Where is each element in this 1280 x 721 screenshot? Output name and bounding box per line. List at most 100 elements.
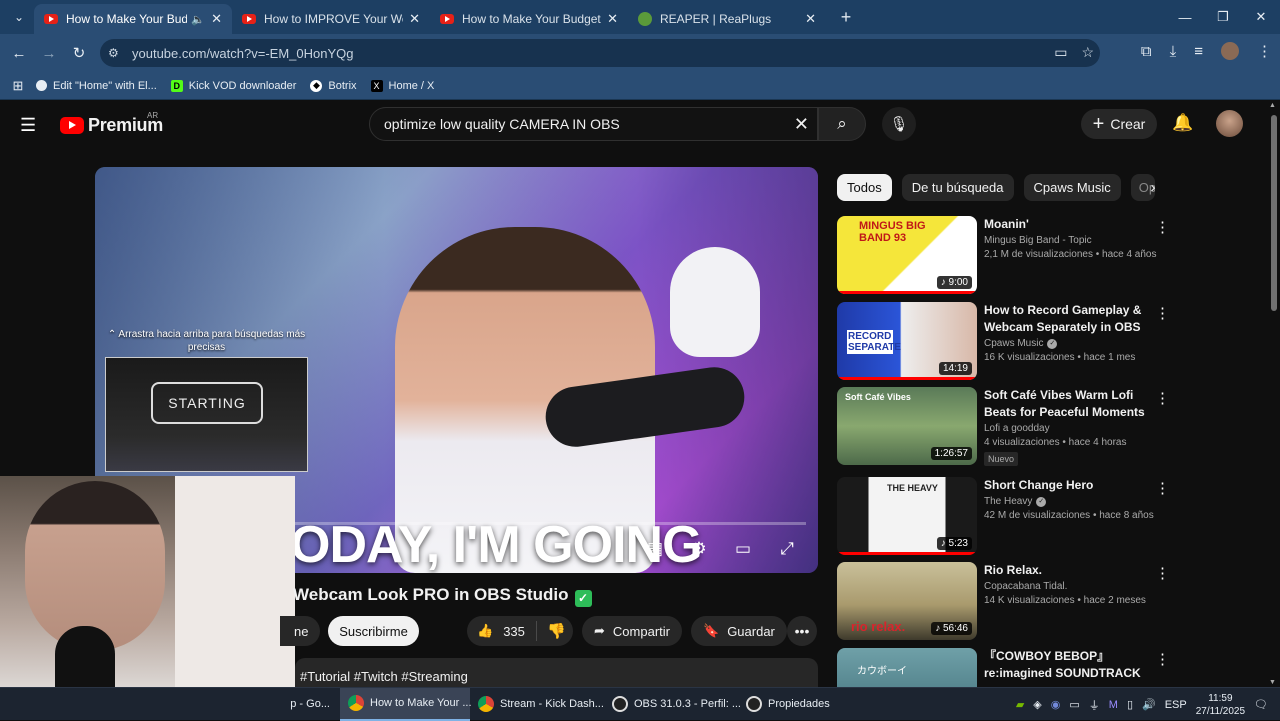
- recommendation-item[interactable]: MINGUS BIG BAND 93 ♪ 9:00 Moanin' Mingus…: [837, 216, 1170, 294]
- video-thumbnail[interactable]: THE HEAVY ♪ 5:23: [837, 477, 977, 555]
- tab-0[interactable]: How to Make Your Budget 🔈 ✕: [34, 4, 232, 34]
- profile-avatar[interactable]: [1221, 42, 1239, 60]
- chip-cpaws-music[interactable]: Cpaws Music: [1023, 174, 1121, 201]
- shield-icon[interactable]: ◈: [1033, 698, 1041, 711]
- account-avatar[interactable]: [1216, 110, 1243, 137]
- fullscreen-icon[interactable]: ⤢: [776, 539, 798, 559]
- voice-search-button[interactable]: 🎙: [882, 107, 916, 141]
- more-actions-button[interactable]: •••: [787, 616, 817, 646]
- taskbar-item[interactable]: Stream - Kick Dash...: [470, 688, 604, 721]
- bookmark-item[interactable]: Edit "Home" with El...: [36, 80, 157, 92]
- speaker-icon[interactable]: 🔈: [191, 13, 205, 26]
- join-button[interactable]: ne: [280, 616, 320, 646]
- save-button[interactable]: 🔖 Guardar: [691, 616, 787, 646]
- video-meta: 14 K visualizaciones • hace 2 meses: [984, 595, 1146, 606]
- extensions-icon[interactable]: ⧉: [1141, 43, 1152, 60]
- description-box[interactable]: #Tutorial #Twitch #Streaming: [295, 658, 818, 688]
- tab-2[interactable]: How to Make Your Budget Mic ✕: [430, 4, 628, 34]
- youtube-logo[interactable]: Premium AR: [60, 111, 163, 136]
- taskbar-item[interactable]: How to Make Your ...: [340, 687, 472, 721]
- notifications-icon[interactable]: 🗨: [1254, 698, 1268, 711]
- search-input[interactable]: optimize low quality CAMERA IN OBS ✕: [369, 107, 818, 141]
- recommendation-item[interactable]: Soft Café Vibes 1:26:57 Soft Café Vibes …: [837, 387, 1170, 466]
- nvidia-icon[interactable]: ▰: [1016, 698, 1024, 711]
- battery-icon[interactable]: ▯: [1127, 698, 1133, 711]
- create-button[interactable]: + Crear: [1081, 109, 1157, 139]
- video-thumbnail[interactable]: カウボーイ: [837, 648, 977, 687]
- recommendation-item[interactable]: rio relax. ♪ 56:46 Rio Relax. Copacabana…: [837, 562, 1170, 640]
- bookmark-item[interactable]: D Kick VOD downloader: [170, 79, 296, 92]
- cast-icon[interactable]: ▭: [1054, 44, 1067, 61]
- discord-icon[interactable]: ◉: [1051, 698, 1061, 711]
- forward-button[interactable]: →: [34, 45, 64, 62]
- scroll-up-icon[interactable]: ▲: [1269, 102, 1276, 109]
- usb-icon[interactable]: ⏚: [1089, 697, 1100, 713]
- maximize-button[interactable]: ❐: [1204, 0, 1242, 34]
- more-vert-icon[interactable]: ⋮: [1155, 389, 1170, 407]
- chevron-right-icon[interactable]: ›: [1140, 174, 1166, 201]
- tab-3[interactable]: REAPER | ReaPlugs ✕: [628, 4, 826, 34]
- language-indicator[interactable]: ESP: [1165, 699, 1187, 711]
- recommendation-item[interactable]: THE HEAVY ♪ 5:23 Short Change Hero The H…: [837, 477, 1170, 555]
- video-thumbnail[interactable]: RECORD SEPARATE 14:19: [837, 302, 977, 380]
- more-vert-icon[interactable]: ⋮: [1155, 564, 1170, 582]
- chip-de-tu-busqueda[interactable]: De tu búsqueda: [901, 174, 1014, 201]
- thumbnail-text: RECORD SEPARATE: [847, 330, 901, 354]
- recommendation-item[interactable]: RECORD SEPARATE 14:19 How to Record Game…: [837, 302, 1170, 380]
- video-thumbnail[interactable]: Soft Café Vibes 1:26:57: [837, 387, 977, 465]
- scroll-down-icon[interactable]: ▼: [1269, 679, 1276, 686]
- more-vert-icon[interactable]: ⋮: [1155, 479, 1170, 497]
- close-tab-icon[interactable]: ✕: [409, 11, 420, 27]
- chip-todos[interactable]: Todos: [837, 174, 892, 201]
- video-thumbnail[interactable]: MINGUS BIG BAND 93 ♪ 9:00: [837, 216, 977, 294]
- video-title: Soft Café Vibes Warm Lofi Beats for Peac…: [984, 388, 1145, 419]
- search-button[interactable]: ⌕: [818, 107, 866, 141]
- clear-search-icon[interactable]: ✕: [794, 114, 809, 135]
- video-title: Short Change Hero: [984, 478, 1094, 492]
- close-tab-icon[interactable]: ✕: [607, 11, 618, 27]
- tab-search-button[interactable]: ⌄: [4, 5, 34, 29]
- reload-button[interactable]: ↻: [64, 44, 94, 62]
- dislike-button[interactable]: 👎: [537, 622, 566, 640]
- like-button[interactable]: 👍 335: [467, 621, 537, 641]
- more-vert-icon[interactable]: ⋮: [1155, 218, 1170, 236]
- subtitles-icon[interactable]: ▤: [644, 539, 666, 559]
- theater-mode-icon[interactable]: ▭: [732, 539, 754, 559]
- bookmark-item[interactable]: ◆ Botrix: [310, 79, 357, 92]
- recommendation-item[interactable]: カウボーイ 『COWBOY BEBOP』 re:imagined SOUNDTR…: [837, 648, 1167, 687]
- download-icon[interactable]: ⤓: [1170, 43, 1177, 60]
- taskbar-item[interactable]: OBS 31.0.3 - Perfil: ...: [604, 688, 741, 721]
- volume-icon[interactable]: 🔊: [1142, 698, 1156, 711]
- subscribe-button[interactable]: Suscribirme: [328, 616, 419, 646]
- clock[interactable]: 11:59 27/11/2025: [1196, 692, 1245, 718]
- minimize-button[interactable]: —: [1166, 0, 1204, 34]
- menu-icon[interactable]: ☰: [20, 115, 36, 136]
- media-controls-icon[interactable]: ≡: [1194, 43, 1203, 60]
- page-scrollbar[interactable]: ▲ ▼: [1268, 101, 1280, 687]
- channel-text: The Heavy: [984, 496, 1033, 507]
- taskbar-item[interactable]: p - Go...: [0, 688, 340, 721]
- duration-badge: ♪ 9:00: [936, 276, 972, 289]
- address-bar[interactable]: ⚙ youtube.com/watch?v=-EM_0HonYQg ▭ ☆: [100, 39, 1100, 67]
- bookmark-star-icon[interactable]: ☆: [1081, 44, 1094, 61]
- video-thumbnail[interactable]: rio relax. ♪ 56:46: [837, 562, 977, 640]
- browser-menu-icon[interactable]: ⋮: [1257, 42, 1272, 60]
- taskbar-item[interactable]: Propiedades: [738, 688, 838, 721]
- close-window-button[interactable]: ✕: [1242, 0, 1280, 34]
- more-vert-icon[interactable]: ⋮: [1155, 304, 1170, 322]
- notifications-bell-icon[interactable]: 🔔: [1172, 113, 1193, 133]
- settings-gear-icon[interactable]: ⚙: [688, 539, 710, 559]
- close-tab-icon[interactable]: ✕: [211, 11, 222, 27]
- more-vert-icon[interactable]: ⋮: [1155, 650, 1167, 668]
- apps-grid-icon[interactable]: ⊞: [0, 78, 36, 94]
- new-tab-button[interactable]: +: [834, 7, 858, 28]
- bookmark-item[interactable]: X Home / X: [370, 79, 434, 92]
- display-icon[interactable]: ▭: [1069, 698, 1079, 711]
- back-button[interactable]: ←: [4, 45, 34, 62]
- share-button[interactable]: ➦ Compartir: [582, 616, 682, 646]
- scrollbar-thumb[interactable]: [1271, 115, 1277, 311]
- site-info-icon[interactable]: ⚙: [108, 46, 128, 60]
- steelseries-icon[interactable]: M: [1109, 699, 1118, 711]
- tab-1[interactable]: How to IMPROVE Your Webcam ✕: [232, 4, 430, 34]
- close-tab-icon[interactable]: ✕: [805, 11, 816, 27]
